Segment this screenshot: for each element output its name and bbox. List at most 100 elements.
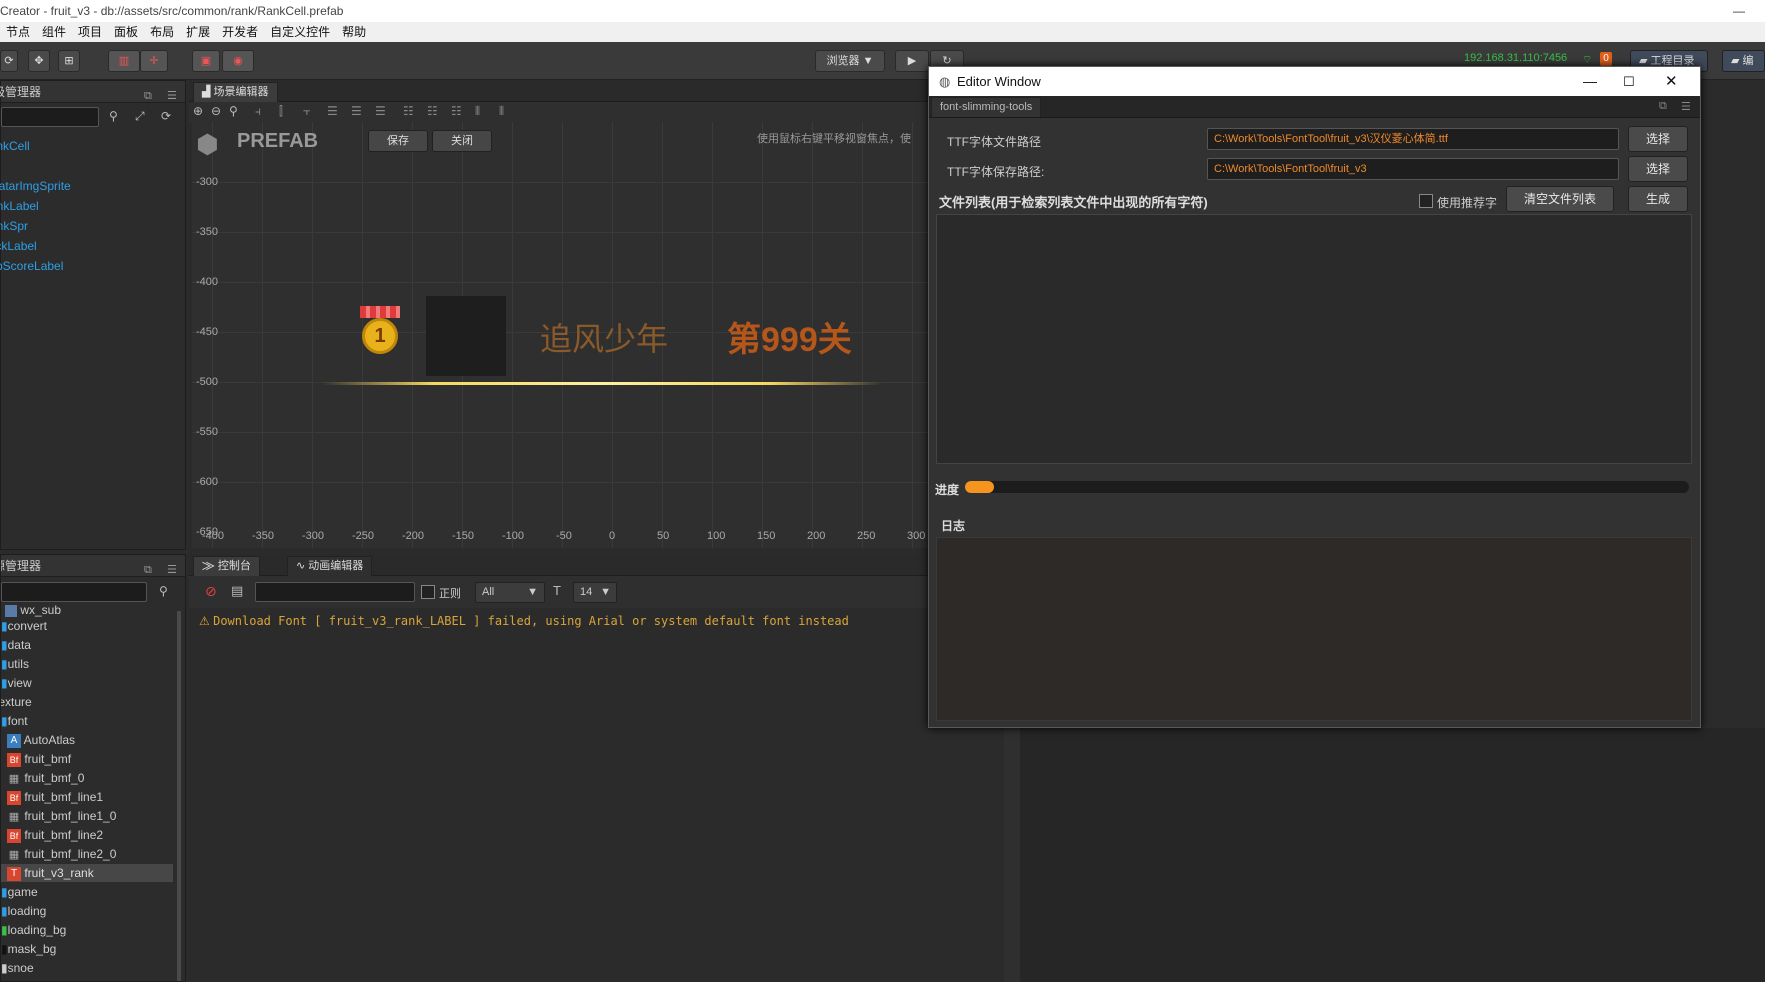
asset-item[interactable]: Bf fruit_bmf_line1 xyxy=(7,788,103,806)
asset-item[interactable]: Bf fruit_bmf xyxy=(7,750,71,768)
move-tool-icon[interactable]: ✥ xyxy=(28,50,50,72)
menu-node[interactable]: 节点 xyxy=(0,22,36,42)
align-left-icon[interactable]: ⫞ xyxy=(255,104,261,119)
zoom-reset-icon[interactable]: ⚲ xyxy=(229,104,238,118)
asset-item[interactable]: ▦ fruit_bmf_0 xyxy=(7,769,85,787)
assets-search-input[interactable] xyxy=(1,582,147,602)
refresh-icon[interactable]: ⟳ xyxy=(161,109,171,123)
asset-item[interactable]: texture xyxy=(1,693,32,711)
editor-folder-button[interactable]: ▰ 编 xyxy=(1722,50,1765,72)
clear-file-list-button[interactable]: 清空文件列表 xyxy=(1506,186,1614,212)
menu-icon[interactable]: ☰ xyxy=(167,85,177,107)
local-coords-icon[interactable]: ▥ xyxy=(108,50,140,72)
tree-item[interactable]: topScoreLabel xyxy=(0,257,63,275)
editor-window-titlebar[interactable]: ◍ Editor Window — ☐ ✕ xyxy=(929,67,1700,96)
play-icon[interactable]: ▶ xyxy=(895,50,929,72)
menu-layout[interactable]: 布局 xyxy=(144,22,180,42)
asset-item[interactable]: ▮font xyxy=(1,712,28,730)
regex-checkbox[interactable] xyxy=(421,585,435,599)
refresh-icon[interactable]: ⟳ xyxy=(0,50,18,72)
notification-badge[interactable]: 0 xyxy=(1600,52,1612,66)
menu-component[interactable]: 组件 xyxy=(36,22,72,42)
panel-splitter[interactable] xyxy=(1004,728,1020,982)
asset-item[interactable]: ▦ fruit_bmf_line1_0 xyxy=(7,807,117,825)
prefab-save-button[interactable]: 保存 xyxy=(368,130,428,152)
choose-save-button[interactable]: 选择 xyxy=(1628,156,1688,182)
distribute-right-icon[interactable]: ⫴ xyxy=(499,104,504,119)
choose-ttf-button[interactable]: 选择 xyxy=(1628,126,1688,152)
popout-icon[interactable]: ⧉ xyxy=(144,85,152,107)
asset-item[interactable]: ▮game xyxy=(1,883,38,901)
align-top-icon[interactable]: ☰ xyxy=(327,104,338,118)
zoom-out-icon[interactable]: ⊖ xyxy=(211,104,221,118)
generate-button[interactable]: 生成 xyxy=(1628,186,1688,212)
menu-panel[interactable]: 面板 xyxy=(108,22,144,42)
file-list-area[interactable] xyxy=(936,214,1692,464)
tab-console[interactable]: ⨠ 控制台 xyxy=(193,556,260,576)
popout-icon[interactable]: ⧉ xyxy=(144,559,152,581)
level-select[interactable]: All ▼ xyxy=(475,582,545,603)
hierarchy-search-input[interactable] xyxy=(1,107,99,127)
align-middle-icon[interactable]: ☰ xyxy=(351,104,362,118)
menu-extension[interactable]: 扩展 xyxy=(180,22,216,42)
scene-canvas[interactable]: ⬢ PREFAB 保存 关闭 使用鼠标右键平移视窗焦点，使 -300 -350 … xyxy=(192,122,929,548)
assets-scrollbar[interactable] xyxy=(177,611,181,981)
console-filter-input[interactable] xyxy=(255,582,415,602)
close-icon[interactable]: ✕ xyxy=(1665,67,1678,96)
preview-3d-icon[interactable]: ◉ xyxy=(222,50,254,72)
asset-item[interactable]: A AutoAtlas xyxy=(7,731,75,749)
search-icon[interactable]: ⚲ xyxy=(109,109,118,123)
menu-developer[interactable]: 开发者 xyxy=(216,22,264,42)
prefab-close-button[interactable]: 关闭 xyxy=(432,130,492,152)
asset-item[interactable]: ▮view xyxy=(1,674,32,692)
tab-font-slimming-tools[interactable]: font-slimming-tools xyxy=(931,97,1042,117)
menu-custom-widgets[interactable]: 自定义控件 xyxy=(264,22,336,42)
asset-item[interactable]: ▮mask_bg xyxy=(1,940,56,958)
open-log-icon[interactable]: ▤ xyxy=(231,583,243,599)
pivot-icon[interactable]: ✛ xyxy=(140,50,168,72)
align-center-h-icon[interactable]: ⫿ xyxy=(279,104,283,119)
asset-item[interactable]: ▮snoe xyxy=(1,959,34,977)
distribute-top-icon[interactable]: ☷ xyxy=(403,104,414,118)
use-recommend-checkbox[interactable] xyxy=(1419,194,1433,208)
asset-item[interactable]: ▮utils xyxy=(1,655,29,673)
minimize-button[interactable]: — xyxy=(1733,0,1745,22)
asset-item[interactable]: ▮loading_bg xyxy=(1,921,66,939)
preview-2d-icon[interactable]: ▣ xyxy=(192,50,220,72)
asset-item[interactable]: ▦ fruit_bmf_line2_0 xyxy=(7,845,117,863)
align-right-icon[interactable]: ⫟ xyxy=(303,104,310,119)
ttf-path-input[interactable]: C:\Work\Tools\FontTool\fruit_v3\汉仪菱心体简.t… xyxy=(1207,128,1619,150)
tree-item-root[interactable]: RankCell xyxy=(0,137,30,155)
console-message[interactable]: ⚠ Download Font [ fruit_v3_rank_LABEL ] … xyxy=(199,614,849,628)
popout-icon[interactable]: ⧉ xyxy=(1659,100,1667,113)
menu-help[interactable]: 帮助 xyxy=(336,22,372,42)
distribute-left-icon[interactable]: ⫴ xyxy=(475,104,480,119)
tree-item[interactable]: avatarImgSprite xyxy=(0,177,71,195)
align-bottom-icon[interactable]: ☰ xyxy=(375,104,386,118)
clear-console-icon[interactable]: ⊘ xyxy=(205,583,217,600)
asset-item[interactable]: ▮data xyxy=(1,636,31,654)
asset-item[interactable]: ▮loading xyxy=(1,902,46,920)
font-size-select[interactable]: 14 ▼ xyxy=(573,582,617,603)
maximize-icon[interactable]: ☐ xyxy=(1623,67,1635,96)
search-icon[interactable]: ⚲ xyxy=(159,584,168,598)
menu-icon[interactable]: ☰ xyxy=(167,559,177,581)
rect-tool-icon[interactable]: ⊞ xyxy=(58,50,80,72)
tree-item[interactable]: rankSpr xyxy=(0,217,28,235)
tab-scene-editor[interactable]: ▟ 场景编辑器 xyxy=(193,82,278,102)
expand-icon[interactable]: ⤢ xyxy=(135,109,145,124)
log-area[interactable] xyxy=(936,537,1692,721)
menu-icon[interactable]: ☰ xyxy=(1681,100,1691,113)
menu-project[interactable]: 项目 xyxy=(72,22,108,42)
minimize-icon[interactable]: — xyxy=(1583,67,1597,96)
asset-item[interactable]: ▮convert xyxy=(1,617,47,635)
console-output[interactable]: ⚠ Download Font [ fruit_v3_rank_LABEL ] … xyxy=(189,608,929,982)
browser-select[interactable]: 浏览器 ▼ xyxy=(815,50,885,72)
distribute-bottom-icon[interactable]: ☷ xyxy=(451,104,462,118)
zoom-in-icon[interactable]: ⊕ xyxy=(193,104,203,118)
tree-item[interactable]: rankLabel xyxy=(0,197,39,215)
distribute-middle-icon[interactable]: ☷ xyxy=(427,104,438,118)
tree-item[interactable]: nickLabel xyxy=(0,237,37,255)
preview-ip[interactable]: 192.168.31.110:7456 xyxy=(1464,52,1567,64)
tab-animation-editor[interactable]: ∿ 动画编辑器 xyxy=(287,556,373,576)
